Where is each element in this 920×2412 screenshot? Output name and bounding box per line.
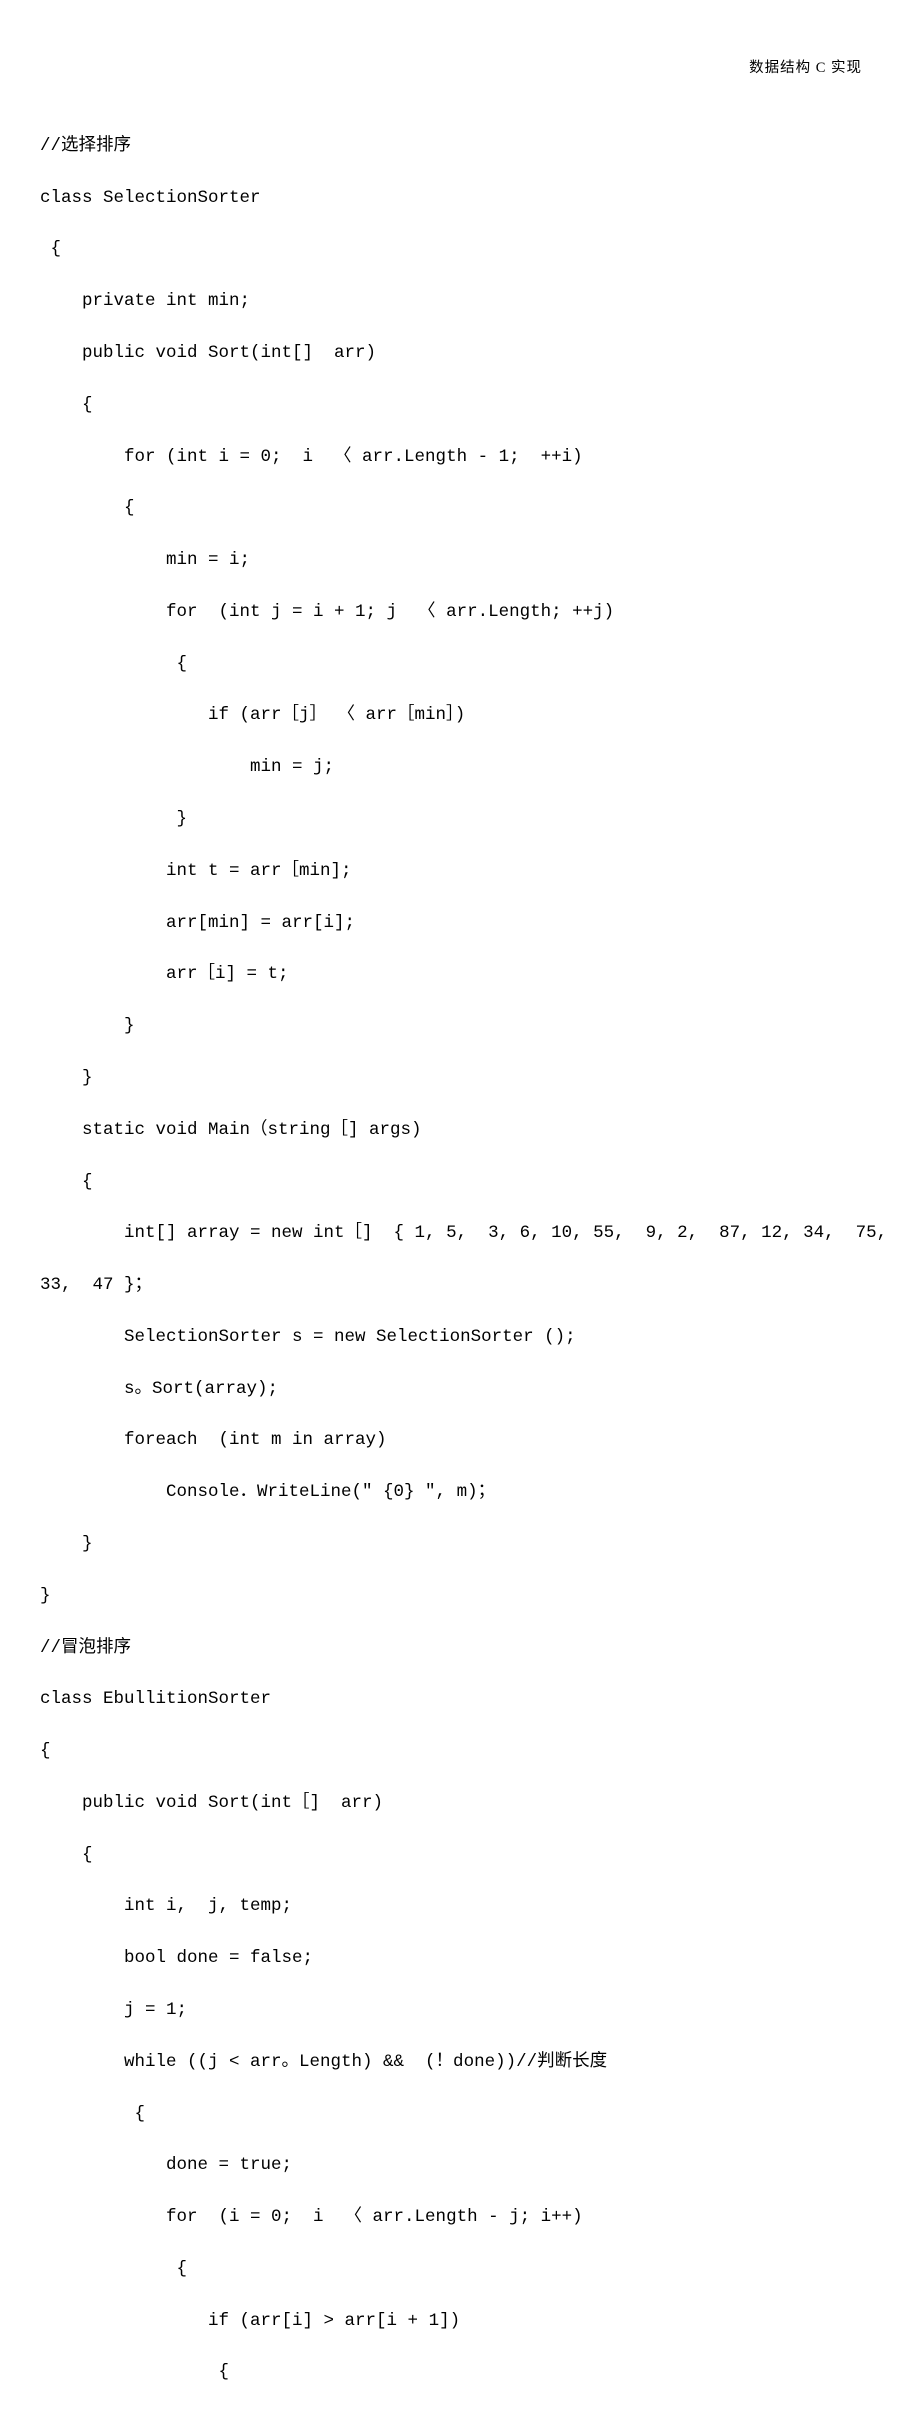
code-line: min = i;: [40, 548, 880, 574]
code-line: while ((j < arr。Length) && (！done))//判断长…: [40, 2050, 880, 2076]
code-line: {: [40, 1843, 880, 1869]
code-line: bool done = false;: [40, 1946, 880, 1972]
code-line: }: [40, 1532, 880, 1558]
code-line: //冒泡排序: [40, 1636, 880, 1662]
code-line: public void Sort(int［] arr): [40, 1791, 880, 1817]
code-line: static void Main（string［] args): [40, 1118, 880, 1144]
code-line: arr[min] = arr[i];: [40, 911, 880, 937]
code-line: arr［i] = t;: [40, 962, 880, 988]
code-line: for (i = 0; i 〈 arr.Length - j; i++): [40, 2205, 880, 2231]
code-line: {: [40, 2102, 880, 2128]
code-line: SelectionSorter s = new SelectionSorter …: [40, 1325, 880, 1351]
code-line: done = true;: [40, 2153, 880, 2179]
code-line: for (int i = 0; i 〈 arr.Length - 1; ++i): [40, 445, 880, 471]
code-line: int[] array = new int［] { 1, 5, 3, 6, 10…: [40, 1221, 880, 1247]
code-line: }: [40, 807, 880, 833]
code-line: class EbullitionSorter: [40, 1687, 880, 1713]
code-line: {: [40, 237, 880, 263]
code-line: }: [40, 1584, 880, 1610]
code-line: class SelectionSorter: [40, 186, 880, 212]
code-line: for (int j = i + 1; j 〈 arr.Length; ++j): [40, 600, 880, 626]
code-line: {: [40, 393, 880, 419]
page-header: 数据结构 C 实现: [749, 58, 862, 79]
code-line: Console．WriteLine(" {0} ", m)；: [40, 1480, 880, 1506]
code-line: {: [40, 2360, 880, 2386]
code-line: }: [40, 1014, 880, 1040]
code-block: //选择排序 class SelectionSorter { private i…: [40, 108, 880, 2412]
code-line: j = 1;: [40, 1998, 880, 2024]
code-line: {: [40, 652, 880, 678]
code-line: {: [40, 1739, 880, 1765]
code-line: private int min;: [40, 289, 880, 315]
code-line: 33, 47 }；: [40, 1273, 880, 1299]
code-line: min = j;: [40, 755, 880, 781]
code-line: public void Sort(int[] arr): [40, 341, 880, 367]
code-line: s。Sort(array);: [40, 1377, 880, 1403]
code-line: {: [40, 2257, 880, 2283]
code-line: }: [40, 1066, 880, 1092]
code-line: int t = arr［min];: [40, 859, 880, 885]
code-line: {: [40, 1170, 880, 1196]
code-line: if (arr［j］ 〈 arr［min］): [40, 703, 880, 729]
code-line: {: [40, 496, 880, 522]
code-line: if (arr[i] > arr[i + 1]): [40, 2309, 880, 2335]
code-line: foreach (int m in array): [40, 1428, 880, 1454]
code-line: //选择排序: [40, 134, 880, 160]
code-line: int i, j, temp;: [40, 1894, 880, 1920]
